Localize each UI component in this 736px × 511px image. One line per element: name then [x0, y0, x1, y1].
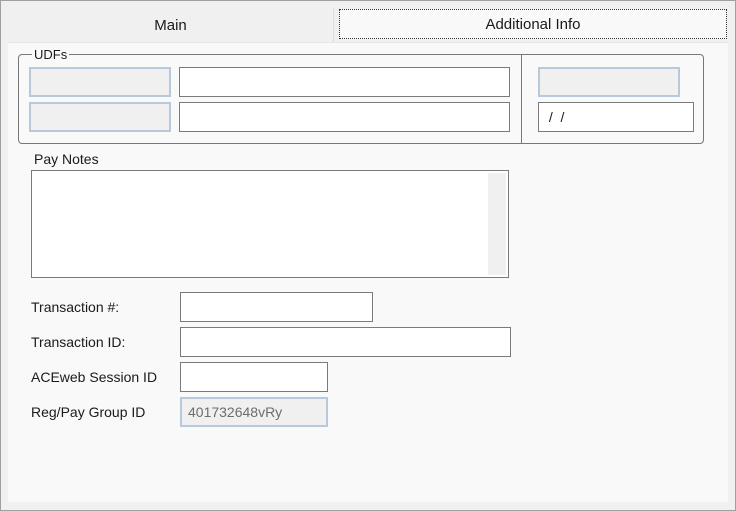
- udf2-date-field[interactable]: / /: [538, 102, 694, 132]
- aceweb-session-label: ACEweb Session ID: [31, 369, 158, 385]
- reg-pay-group-label: Reg/Pay Group ID: [31, 404, 146, 420]
- transaction-num-label: Transaction #:: [31, 299, 120, 315]
- reg-pay-group-field: 401732648vRy: [180, 397, 328, 427]
- pay-notes-scrollbar[interactable]: [488, 173, 506, 275]
- udf1-code-field[interactable]: [29, 67, 171, 97]
- pay-notes-textarea[interactable]: [31, 170, 509, 278]
- pay-notes-label: Pay Notes: [34, 151, 99, 167]
- udfs-divider: [521, 55, 522, 143]
- transaction-id-field[interactable]: [180, 327, 511, 357]
- tab-main[interactable]: Main: [8, 8, 334, 42]
- udf2-text-field[interactable]: [179, 102, 510, 132]
- udf2-code-field[interactable]: [29, 102, 171, 132]
- udfs-group-title: UDFs: [32, 47, 70, 62]
- transaction-num-field[interactable]: [180, 292, 373, 322]
- udf1-text-field[interactable]: [179, 67, 510, 97]
- udf1-right-field[interactable]: [538, 67, 680, 97]
- tab-additional-info[interactable]: Additional Info: [339, 9, 727, 39]
- transaction-id-label: Transaction ID:: [31, 334, 126, 350]
- aceweb-session-field[interactable]: [180, 362, 328, 392]
